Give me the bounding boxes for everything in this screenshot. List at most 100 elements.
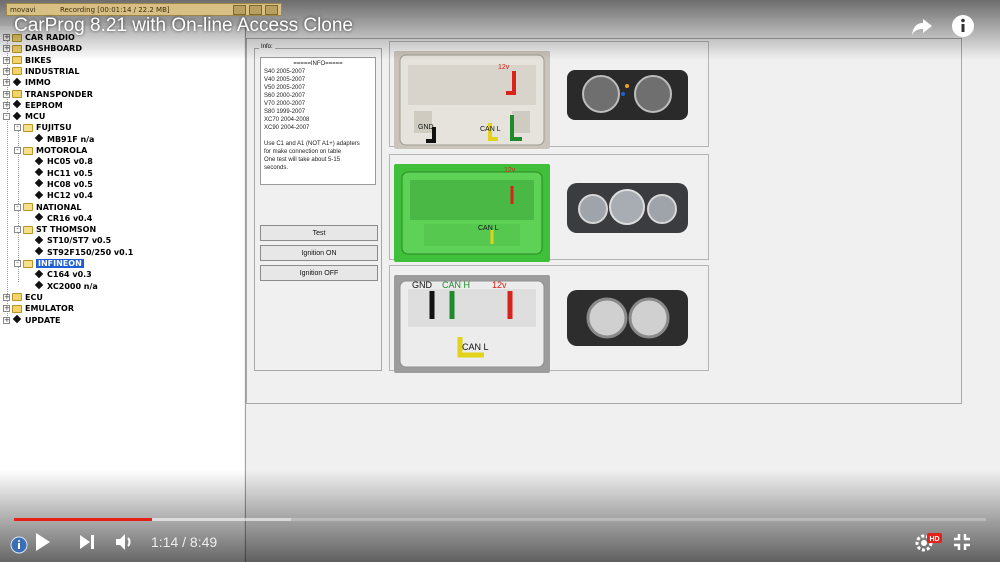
tree-item[interactable]: + EEPROM xyxy=(3,100,63,111)
folder-icon xyxy=(12,90,22,98)
expand-icon[interactable]: + xyxy=(3,79,10,87)
label-can-l-1: CAN L xyxy=(480,126,501,133)
collapse-icon[interactable]: - xyxy=(14,260,21,267)
connector-photo-1 xyxy=(394,51,550,149)
folder-icon xyxy=(23,225,33,234)
share-icon[interactable] xyxy=(910,14,934,38)
recording-close-icon[interactable] xyxy=(265,4,278,15)
next-icon[interactable] xyxy=(78,533,96,551)
device-tree[interactable]: + CAR RADIO + DASHBOARD + BIKES + INDUSTRIAL + IM… xyxy=(0,26,244,562)
fullscreen-exit-icon[interactable] xyxy=(953,533,971,551)
tree-item-label: HC11 v0.5 xyxy=(47,168,93,178)
tree-item[interactable]: HC05 v0.8 xyxy=(25,156,93,167)
tree-item[interactable]: C164 v0.3 xyxy=(25,269,92,280)
volume-icon[interactable] xyxy=(115,533,135,551)
tree-item-label: CR16 v0.4 xyxy=(47,213,93,223)
tree-item[interactable]: HC12 v0.4 xyxy=(25,190,93,201)
play-icon[interactable] xyxy=(34,531,52,553)
collapse-icon[interactable]: - xyxy=(14,226,21,234)
cluster-photo-3 xyxy=(567,290,688,346)
tree-item-label: ST10/ST7 v0.5 xyxy=(47,236,112,246)
expand-icon[interactable]: + xyxy=(3,45,10,53)
expand-icon[interactable]: + xyxy=(3,305,10,313)
chip-icon xyxy=(34,169,44,177)
folder-icon xyxy=(12,293,22,302)
settings-icon[interactable]: HD xyxy=(914,532,942,552)
carprog-window: + CAR RADIO + DASHBOARD + BIKES + INDUSTRIAL + IM… xyxy=(0,0,1000,562)
tree-item-label: EEPROM xyxy=(25,100,63,110)
video-title[interactable]: CarProg 8.21 with On-line Access Clone xyxy=(14,15,353,37)
recording-brand: movavi xyxy=(10,5,36,14)
info-model-line: V70 2000-2007 xyxy=(264,101,306,107)
ignition-off-button[interactable]: Ignition OFF xyxy=(260,265,378,281)
tree-item-label: HC05 v0.8 xyxy=(47,157,93,167)
tree-item[interactable]: CR16 v0.4 xyxy=(25,213,92,224)
folder-icon xyxy=(12,44,22,53)
tree-item[interactable]: ST92F150/250 v0.1 xyxy=(25,247,133,258)
info-icon[interactable] xyxy=(951,14,975,38)
tree-item[interactable]: HC11 v0.5 xyxy=(25,168,93,179)
expand-icon[interactable]: + xyxy=(3,90,10,98)
recording-pause-icon[interactable] xyxy=(249,4,262,15)
expand-icon[interactable]: + xyxy=(3,101,10,109)
tree-item[interactable]: + BIKES xyxy=(3,55,52,66)
tree-item[interactable]: - MOTOROLA xyxy=(14,145,87,156)
tree-item-label: BIKES xyxy=(25,55,52,65)
recording-status: Recording [00:01:14 / 22.2 MB] xyxy=(60,5,170,14)
collapse-icon[interactable]: - xyxy=(14,124,21,132)
tree-item-label: ECU xyxy=(25,292,43,302)
expand-icon[interactable]: + xyxy=(3,56,10,64)
tree-item-label: MB91F n/a xyxy=(47,134,95,144)
progress-bar[interactable] xyxy=(14,518,986,521)
info-note-line: seconds. xyxy=(264,165,289,171)
annotation-icon[interactable] xyxy=(10,536,28,554)
tree-item-label: INFINEON xyxy=(36,259,84,268)
chip-icon xyxy=(34,192,44,200)
tree-item[interactable]: + INDUSTRIAL xyxy=(3,66,79,77)
tree-item[interactable]: - FUJITSU xyxy=(14,122,72,133)
info-model-line: XC90 2004-2007 xyxy=(264,125,310,131)
expand-icon[interactable]: + xyxy=(3,34,10,41)
tree-item-label: DASHBOARD xyxy=(25,44,82,54)
tree-item[interactable]: MB91F n/a xyxy=(25,134,94,145)
chip-icon xyxy=(12,113,22,121)
tree-item-label: HC08 v0.5 xyxy=(47,179,93,189)
recording-stop-icon[interactable] xyxy=(233,4,246,15)
tree-item[interactable]: - NATIONAL xyxy=(14,202,81,213)
tree-item[interactable]: - INFINEON xyxy=(14,258,84,269)
info-note-line: Use C1 and A1 (NOT A1+) adapters xyxy=(264,141,360,147)
wiring-panel-2: 12v CAN L xyxy=(389,154,709,262)
test-button[interactable]: Test xyxy=(260,225,378,241)
label-12v-3: 12v xyxy=(492,280,507,290)
expand-icon[interactable]: + xyxy=(3,316,10,324)
label-12v-2: 12v xyxy=(504,167,516,174)
tree-item[interactable]: - MCU xyxy=(3,111,45,122)
collapse-icon[interactable]: - xyxy=(14,203,21,211)
info-textbox[interactable]: =====INFO===== S40 2005-2007 V40 2005-200… xyxy=(260,57,376,185)
chip-icon xyxy=(34,237,44,245)
tree-item-label: HC12 v0.4 xyxy=(47,191,93,201)
expand-icon[interactable]: + xyxy=(3,67,10,75)
tree-item[interactable]: ST10/ST7 v0.5 xyxy=(25,235,111,246)
tree-item[interactable]: + EMULATOR xyxy=(3,303,74,314)
tree-item[interactable]: HC08 v0.5 xyxy=(25,179,93,190)
info-model-line: S40 2005-2007 xyxy=(264,69,306,75)
hd-badge: HD xyxy=(929,536,939,543)
tree-item[interactable]: + TRANSPONDER xyxy=(3,89,93,100)
tree-item[interactable]: + UPDATE xyxy=(3,315,61,326)
tree-item[interactable]: + IMMO xyxy=(3,77,51,88)
tree-item[interactable]: + DASHBOARD xyxy=(3,43,82,54)
expand-icon[interactable]: + xyxy=(3,293,10,301)
collapse-icon[interactable]: - xyxy=(3,113,10,121)
info-notes: Use C1 and A1 (NOT A1+) adapters for make… xyxy=(264,140,372,172)
tree-item[interactable]: - ST THOMSON xyxy=(14,224,96,235)
tree-item[interactable]: + ECU xyxy=(3,292,43,303)
wiring-panel-1: 12v CAN L GND xyxy=(389,41,709,149)
ignition-on-button[interactable]: Ignition ON xyxy=(260,245,378,261)
collapse-icon[interactable]: - xyxy=(14,147,21,154)
tree-item[interactable]: XC2000 n/a xyxy=(25,281,98,292)
